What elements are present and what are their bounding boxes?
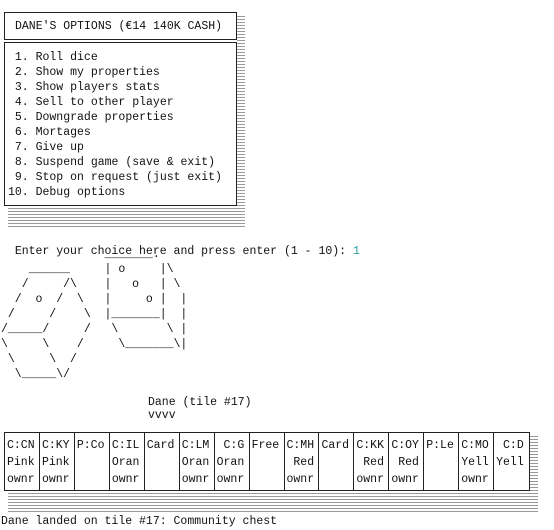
board-tile: C:IL Oran ownr bbox=[110, 433, 145, 490]
tile-color: Oran bbox=[181, 456, 210, 469]
board-tile: P:Co bbox=[75, 433, 110, 490]
board-tile: C:G Oran ownr bbox=[215, 433, 250, 490]
menu-item-sell[interactable]: 4. Sell to other player bbox=[8, 95, 236, 110]
options-menu: 1. Roll dice 2. Show my properties 3. Sh… bbox=[4, 42, 237, 206]
menu-shadow-right bbox=[237, 16, 245, 228]
tile-owner: ownr bbox=[356, 473, 384, 486]
board-tile: Card bbox=[145, 433, 180, 490]
menu-item-show-properties[interactable]: 2. Show my properties bbox=[8, 65, 236, 80]
tile-owner: ownr bbox=[391, 473, 419, 486]
menu-item-suspend[interactable]: 8. Suspend game (save & exit) bbox=[8, 155, 236, 170]
tile-name: C:OY bbox=[391, 439, 419, 452]
tile-color: Oran bbox=[216, 456, 245, 469]
prompt-input[interactable]: 1 bbox=[353, 245, 360, 258]
tile-name: C:MO bbox=[461, 439, 489, 452]
tile-name: C:MH bbox=[286, 439, 315, 452]
tile-name: P:Le bbox=[426, 439, 454, 452]
tile-color: Pink bbox=[41, 456, 70, 469]
tile-name: C:CN bbox=[7, 439, 35, 452]
menu-title-box: DANE'S OPTIONS (€14 140K CASH) bbox=[4, 12, 237, 40]
menu-item-downgrade[interactable]: 5. Downgrade properties bbox=[8, 110, 236, 125]
tile-owner: ownr bbox=[7, 473, 35, 486]
tile-name: C:LM bbox=[181, 439, 210, 452]
board-tile: C:OY Red ownr bbox=[389, 433, 425, 490]
board-tile: Card bbox=[319, 433, 355, 490]
board-tile: C:MH Red ownr bbox=[285, 433, 320, 490]
status-message: Dane landed on tile #17: Community chest bbox=[1, 515, 278, 528]
board-tile: C:CN Pink ownr bbox=[5, 433, 40, 490]
menu-item-roll-dice[interactable]: 1. Roll dice bbox=[8, 50, 236, 65]
tile-owner: ownr bbox=[286, 473, 315, 486]
tile-name: C:KY bbox=[41, 439, 70, 452]
board-tile: C:LM Oran ownr bbox=[180, 433, 215, 490]
menu-title: DANE'S OPTIONS (€14 140K CASH) bbox=[15, 20, 223, 33]
tile-name: P:Co bbox=[76, 439, 105, 452]
menu-item-give-up[interactable]: 7. Give up bbox=[8, 140, 236, 155]
tile-name: C:G bbox=[216, 439, 245, 452]
dice-art: _______. ______ | o |\ / /\ | o | \ / o … bbox=[1, 248, 188, 381]
tile-owner: ownr bbox=[461, 473, 489, 486]
tile-name: Card bbox=[146, 439, 175, 452]
board-tile: Free bbox=[250, 433, 285, 490]
tile-color: Red bbox=[356, 456, 384, 469]
menu-item-players-stats[interactable]: 3. Show players stats bbox=[8, 80, 236, 95]
tile-name: Card bbox=[321, 439, 350, 452]
board-shadow-bottom bbox=[8, 493, 538, 512]
tile-owner: ownr bbox=[216, 473, 245, 486]
player-marker-arrow: vvvv bbox=[148, 409, 176, 422]
menu-item-mortgages[interactable]: 6. Mortages bbox=[8, 125, 236, 140]
tile-owner: ownr bbox=[111, 473, 140, 486]
tile-color: Pink bbox=[7, 456, 35, 469]
tile-owner: ownr bbox=[181, 473, 210, 486]
board-tile: C:MO Yell ownr bbox=[459, 433, 495, 490]
board-tile: C:KK Red ownr bbox=[354, 433, 390, 490]
menu-item-debug[interactable]: 10. Debug options bbox=[8, 185, 236, 200]
tile-color: Yell bbox=[461, 456, 489, 469]
menu-item-stop[interactable]: 9. Stop on request (just exit) bbox=[8, 170, 236, 185]
tile-color: Red bbox=[286, 456, 315, 469]
tile-name: C:D bbox=[496, 439, 524, 452]
tile-color: Yell bbox=[496, 456, 524, 469]
menu-shadow-bottom bbox=[8, 208, 245, 228]
tile-name: C:IL bbox=[111, 439, 140, 452]
board-tile: P:Le bbox=[424, 433, 460, 490]
tile-name: C:KK bbox=[356, 439, 384, 452]
board-tile: C:KY Pink ownr bbox=[40, 433, 75, 490]
board-tile: C:D Yell bbox=[494, 433, 529, 490]
tile-name: Free bbox=[251, 439, 280, 452]
tile-color: Oran bbox=[111, 456, 140, 469]
game-board: C:CN Pink ownr C:KY Pink ownr P:Co C:IL Oran ownr… bbox=[4, 432, 530, 491]
tile-color: Red bbox=[391, 456, 419, 469]
tile-owner: ownr bbox=[41, 473, 70, 486]
